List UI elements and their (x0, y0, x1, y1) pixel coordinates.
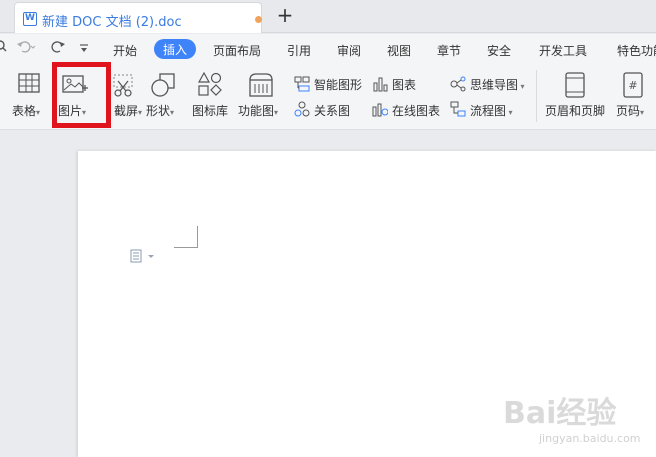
flowchart-icon (450, 101, 466, 117)
relation-icon (294, 101, 310, 117)
menu-item-references[interactable]: 引用 (287, 42, 311, 59)
table-icon (18, 73, 40, 93)
undo-icon[interactable] (16, 40, 38, 58)
menu-item-start[interactable]: 开始 (113, 42, 137, 59)
mind-map-label: 思维导图 (470, 78, 519, 92)
search-icon[interactable] (0, 39, 8, 57)
baidu-jingyan-watermark: Bai经验 jingyan.baidu.com (503, 388, 653, 452)
shapes-label: 形状 (146, 104, 171, 118)
smart-art-tool[interactable]: 智能图形 (294, 74, 368, 94)
screenshot-label: 截屏 (114, 104, 139, 118)
relation-tool[interactable]: 关系图 (294, 100, 368, 120)
menu-item-review[interactable]: 审阅 (337, 42, 361, 59)
relation-label: 关系图 (314, 104, 351, 118)
paragraph-icon[interactable] (130, 249, 158, 263)
table-tool[interactable]: 表格▾ (8, 70, 50, 126)
smart-art-label: 智能图形 (314, 78, 363, 92)
document-tab[interactable]: W 新建 DOC 文档 (2).doc (14, 2, 262, 33)
menu-item-developer-tools[interactable]: 开发工具 (539, 42, 587, 59)
flowchart-label: 流程图 (470, 104, 507, 118)
mind-map-tool[interactable]: 思维导图 ▾ (450, 74, 530, 94)
online-chart-tool[interactable]: 在线图表 (372, 100, 446, 120)
document-tab-title: 新建 DOC 文档 (2).doc (42, 15, 182, 30)
icon-library-label: 图标库 (192, 104, 229, 118)
online-chart-icon (372, 103, 388, 117)
icon-library-icon (198, 72, 222, 96)
function-chart-label: 功能图 (238, 104, 275, 118)
menu-item-security[interactable]: 安全 (487, 42, 511, 59)
writer-app-icon: W (23, 12, 37, 26)
quick-access-dropdown-icon[interactable] (79, 43, 89, 58)
ribbon-separator (536, 70, 537, 122)
mind-map-icon (450, 76, 466, 92)
smart-art-icon (294, 76, 310, 92)
page-number-icon: # (623, 72, 643, 98)
new-tab-button[interactable]: + (274, 4, 296, 26)
menu-item-section[interactable]: 章节 (437, 42, 461, 59)
svg-text:#: # (628, 79, 637, 92)
menu-item-page-layout[interactable]: 页面布局 (213, 42, 261, 59)
online-chart-label: 在线图表 (392, 104, 441, 118)
menu-bar: 开始 插入 页面布局 引用 审阅 视图 章节 安全 开发工具 特色功能 (0, 34, 656, 64)
shapes-icon (151, 73, 175, 97)
page-number-tool[interactable]: # 页码▾ (612, 70, 656, 126)
scissors-icon (113, 74, 133, 97)
header-footer-tool[interactable]: 页眉和页脚 (542, 70, 608, 126)
margin-corner-mark (174, 226, 198, 248)
bar-chart-icon (373, 77, 388, 92)
chart-tool[interactable]: 图表 (372, 74, 432, 94)
icon-library-tool[interactable]: 图标库 (188, 70, 232, 126)
unsaved-indicator-dot (255, 16, 262, 23)
shapes-tool[interactable]: 形状▾ (144, 70, 184, 126)
watermark-brand: Bai经验 (503, 396, 617, 431)
menu-item-view[interactable]: 视图 (387, 42, 411, 59)
menu-item-insert[interactable]: 插入 (154, 39, 197, 59)
tab-bar: W 新建 DOC 文档 (2).doc + (0, 0, 656, 33)
watermark-url: jingyan.baidu.com (539, 432, 641, 445)
header-footer-icon (565, 72, 585, 98)
redo-icon[interactable] (51, 40, 67, 58)
page-number-label: 页码 (616, 104, 641, 118)
function-chart-tool[interactable]: 功能图▾ (236, 70, 286, 126)
picture-highlight-box (52, 62, 111, 128)
header-footer-label: 页眉和页脚 (545, 104, 606, 118)
table-label: 表格 (12, 104, 37, 118)
function-chart-icon (249, 73, 273, 97)
flowchart-tool[interactable]: 流程图 ▾ (450, 100, 520, 120)
menu-item-special-features[interactable]: 特色功能 (617, 42, 656, 59)
chart-label: 图表 (392, 78, 417, 92)
